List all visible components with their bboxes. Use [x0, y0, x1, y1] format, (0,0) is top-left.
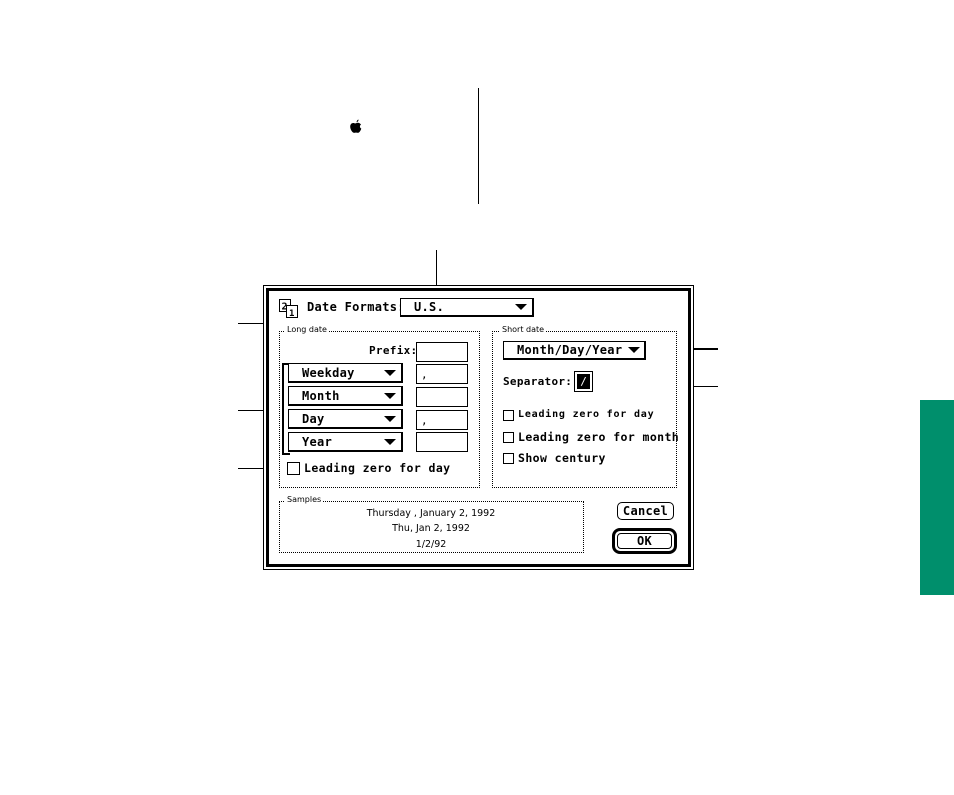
short-leading-zero-month-label: Leading zero for month	[518, 430, 680, 444]
svg-text:1: 1	[289, 309, 294, 319]
long-date-popup-3[interactable]: Day	[288, 409, 403, 429]
checkbox-box[interactable]	[503, 452, 514, 464]
triangle-down-icon	[384, 369, 396, 376]
prefix-label: Prefix:	[369, 344, 418, 357]
callout-line-top	[478, 88, 479, 204]
section-thumb-tab	[920, 400, 954, 595]
short-leading-zero-day-checkbox[interactable]: Leading zero for day	[503, 408, 654, 422]
triangle-down-icon	[515, 304, 527, 310]
sample-long-date: Thursday , January 2, 1992	[366, 508, 496, 519]
long-date-popup-4-value: Year	[302, 434, 333, 449]
short-leading-zero-month-checkbox[interactable]: Leading zero for month	[503, 430, 679, 444]
checkbox-box[interactable]	[503, 431, 514, 443]
ok-button[interactable]: OK	[617, 533, 672, 549]
short-date-order-popup[interactable]: Month/Day/Year	[503, 341, 646, 360]
triangle-down-icon	[628, 347, 641, 353]
long-date-separator-3[interactable]: ,	[416, 410, 468, 430]
triangle-down-icon	[384, 392, 396, 399]
long-date-popup-2[interactable]: Month	[288, 386, 403, 406]
long-date-group-title: Long date	[285, 325, 329, 335]
long-leading-zero-day-checkbox[interactable]: Leading zero for day	[287, 461, 450, 475]
apple-logo-icon	[350, 119, 362, 133]
long-date-popup-2-value: Month	[302, 388, 340, 403]
sample-short-date: 1/2/92	[415, 539, 447, 550]
date-formats-popup-value: U.S.	[414, 300, 445, 314]
samples-group-title: Samples	[285, 495, 324, 505]
long-date-popup-4[interactable]: Year	[288, 432, 403, 452]
short-date-order-value: Month/Day/Year	[517, 343, 623, 357]
long-date-popup-1[interactable]: Weekday	[288, 363, 403, 383]
date-formats-icon: 2 1	[279, 299, 298, 319]
sample-abbreviated-date: Thu, Jan 2, 1992	[392, 523, 470, 534]
separator-field[interactable]: /	[574, 371, 593, 392]
cancel-button[interactable]: Cancel	[617, 502, 674, 520]
show-century-checkbox[interactable]: Show century	[503, 451, 606, 465]
checkbox-box[interactable]	[287, 461, 300, 475]
long-date-separator-4[interactable]	[416, 432, 468, 452]
show-century-label: Show century	[518, 451, 606, 465]
date-formats-popup[interactable]: U.S.	[400, 298, 534, 317]
long-leading-zero-day-label: Leading zero for day	[304, 461, 451, 475]
short-date-group-title: Short date	[500, 325, 547, 335]
long-date-separator-1[interactable]: ,	[416, 364, 468, 384]
checkbox-box[interactable]	[503, 409, 514, 421]
date-formats-label: Date Formats:	[307, 300, 405, 314]
long-date-popup-3-value: Day	[302, 411, 325, 426]
separator-label: Separator:	[503, 375, 573, 388]
separator-value: /	[577, 374, 590, 389]
short-leading-zero-day-label: Leading zero for day	[518, 409, 655, 420]
long-date-separator-2[interactable]	[416, 387, 468, 407]
triangle-down-icon	[384, 438, 396, 445]
triangle-down-icon	[384, 415, 396, 422]
long-date-popup-1-value: Weekday	[302, 365, 355, 380]
prefix-field[interactable]	[416, 342, 468, 362]
